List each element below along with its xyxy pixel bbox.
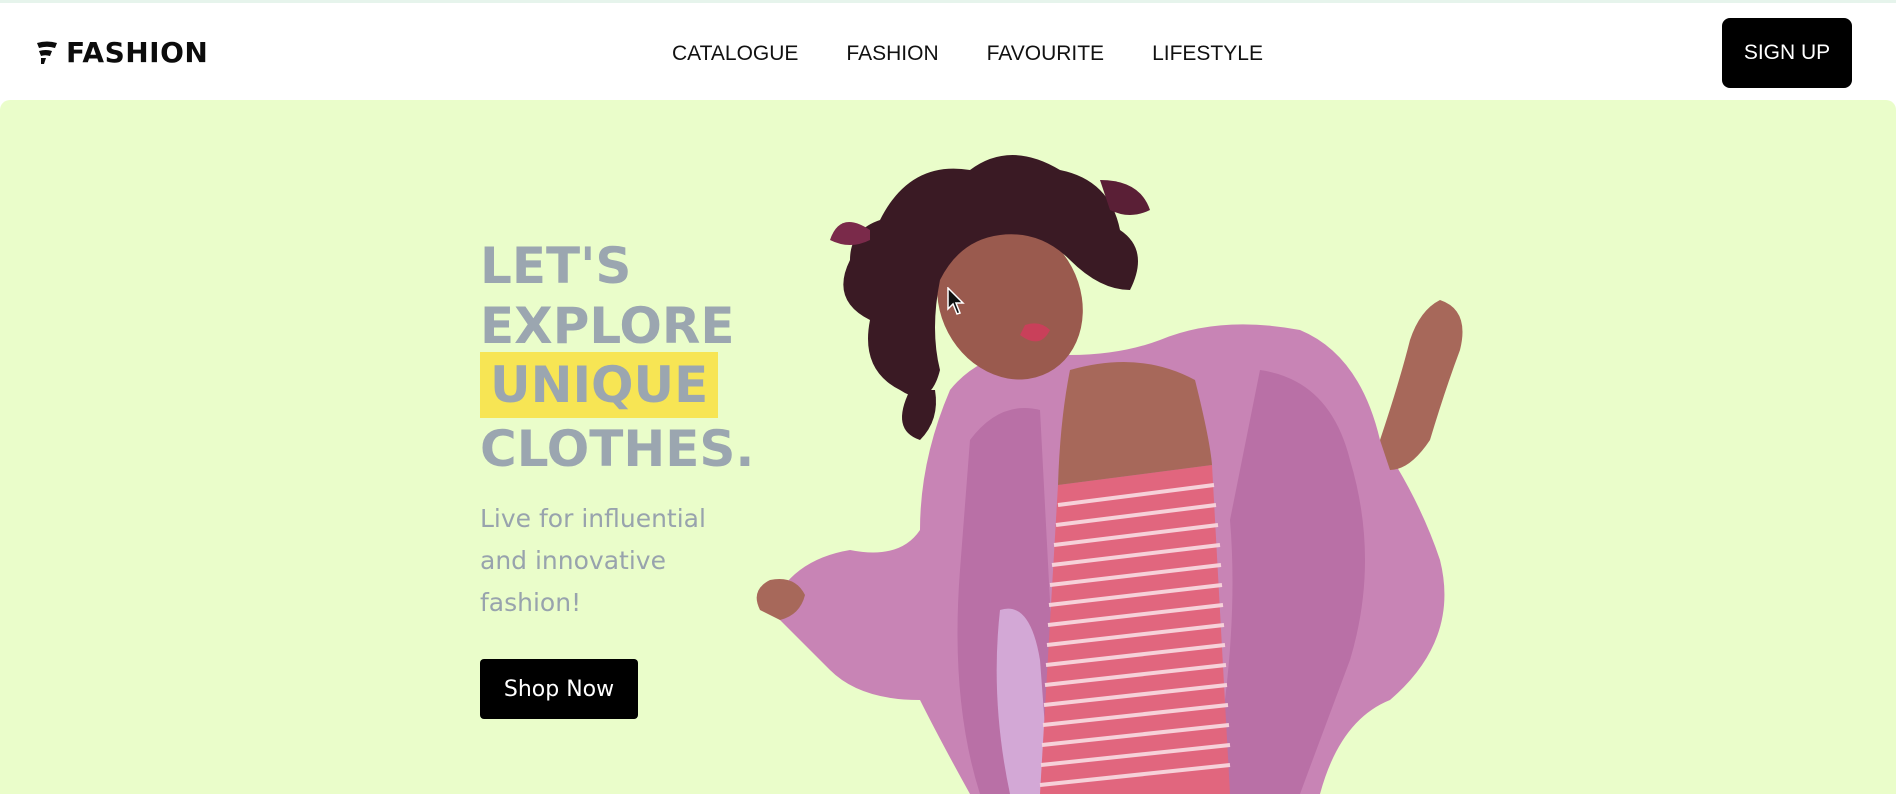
nav-catalogue[interactable]: CATALOGUE (672, 41, 798, 67)
fashion-logo-icon (37, 41, 57, 64)
hero-headline: LET'S EXPLORE UNIQUE CLOTHES. (480, 236, 754, 479)
headline-line-2: EXPLORE (480, 297, 735, 355)
shop-now-button[interactable]: Shop Now (480, 659, 638, 719)
nav-favourite[interactable]: FAVOURITE (987, 41, 1104, 67)
hero-subtitle: Live for influential and innovative fash… (480, 504, 706, 617)
headline-line-1: LET'S (480, 237, 632, 295)
main-nav: CATALOGUE FASHION FAVOURITE LIFESTYLE (672, 41, 1263, 67)
nav-lifestyle[interactable]: LIFESTYLE (1152, 41, 1263, 67)
brand-logo[interactable]: FASHION (36, 37, 208, 69)
hero-section: LET'S EXPLORE UNIQUE CLOTHES. Live for i… (0, 100, 1896, 794)
headline-line-4: CLOTHES. (480, 420, 755, 478)
brand-name: FASHION (66, 36, 209, 69)
top-navbar: FASHION CATALOGUE FASHION FAVOURITE LIFE… (0, 0, 1896, 100)
hero-model-image (756, 155, 1463, 794)
mouse-cursor-icon (947, 287, 965, 315)
sign-up-button[interactable]: SIGN UP (1722, 18, 1852, 88)
headline-highlight: UNIQUE (480, 352, 719, 418)
nav-fashion[interactable]: FASHION (846, 41, 938, 67)
